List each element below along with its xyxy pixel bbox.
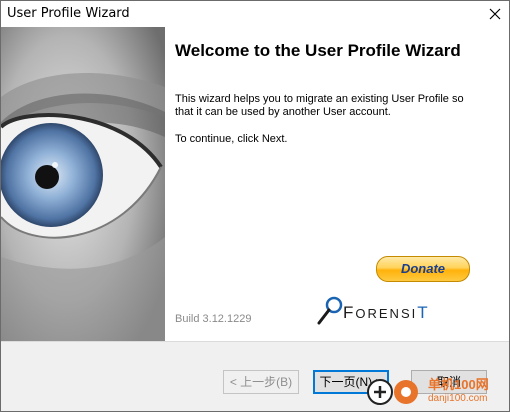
instruction-text: To continue, click Next.	[175, 133, 288, 145]
logo-letter-f: F	[343, 303, 356, 322]
logo-letter-t: T	[417, 303, 430, 322]
page-title: Welcome to the User Profile Wizard	[175, 41, 461, 60]
wizard-window: User Profile Wizard Welcome to the User …	[0, 0, 510, 412]
magnifier-icon	[317, 296, 343, 325]
close-icon	[489, 8, 501, 20]
back-button[interactable]: < 上一步(B)	[223, 370, 299, 394]
content-panel: Welcome to the User Profile Wizard This …	[165, 27, 509, 341]
button-bar: < 上一步(B) 下一页(N) > 取消	[1, 341, 509, 411]
forensit-logo: FORENSIT	[315, 295, 475, 327]
next-button[interactable]: 下一页(N) >	[313, 370, 389, 394]
cancel-button[interactable]: 取消	[411, 370, 487, 394]
title-bar[interactable]: User Profile Wizard	[1, 1, 509, 27]
eye-image	[1, 27, 165, 341]
description-text: This wizard helps you to migrate an exis…	[175, 93, 464, 118]
close-button[interactable]	[479, 1, 509, 27]
build-version: Build 3.12.1229	[175, 313, 252, 325]
donate-button[interactable]: Donate	[376, 256, 470, 282]
logo-wordmark: FORENSIT	[343, 303, 430, 323]
window-title: User Profile Wizard	[7, 6, 130, 21]
logo-letters: ORENSI	[355, 306, 418, 321]
